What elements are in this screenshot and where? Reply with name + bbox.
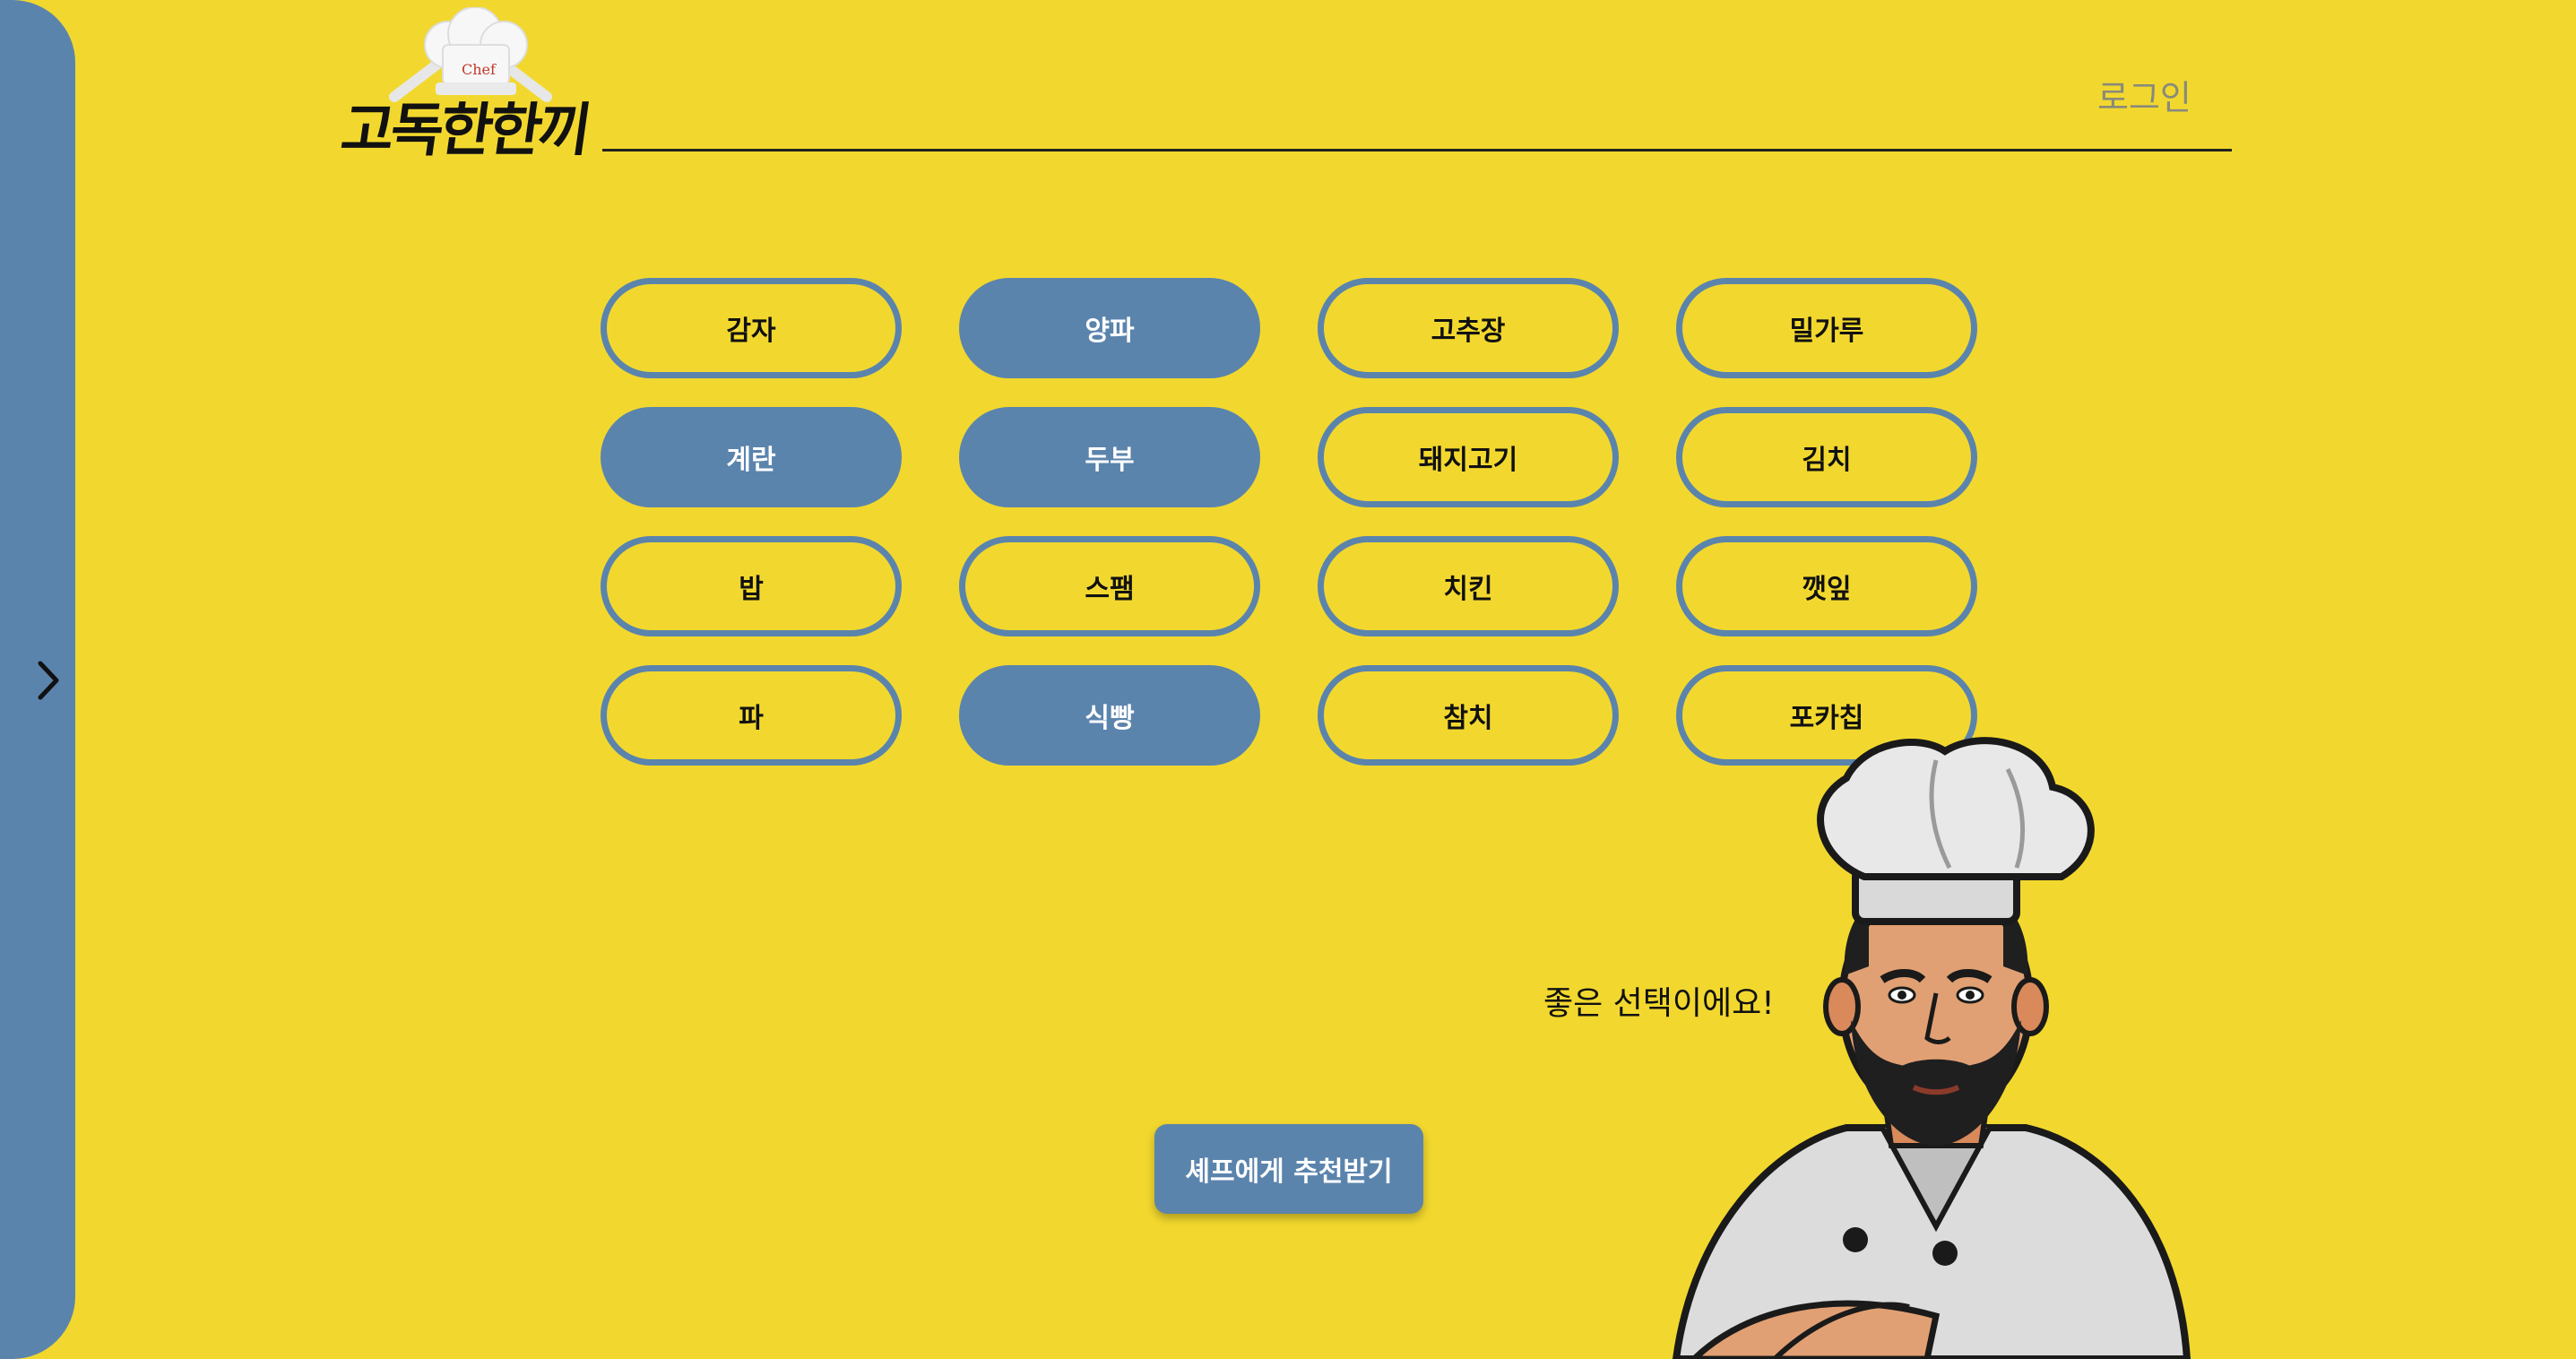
- ingredient-chip[interactable]: 식빵: [959, 665, 1260, 766]
- login-link[interactable]: 로그인: [2097, 70, 2191, 119]
- ingredient-chip[interactable]: 김치: [1676, 407, 1977, 507]
- ingredient-chip[interactable]: 밀가루: [1676, 278, 1977, 378]
- header-divider: [602, 149, 2232, 151]
- ingredient-chip[interactable]: 양파: [959, 278, 1260, 378]
- ingredient-chip[interactable]: 감자: [601, 278, 902, 378]
- ingredient-grid: 감자 양파 고추장 밀가루 계란 두부 돼지고기 김치 밥 스팸 치킨 깻잎 파 식빵 참치 포카칩: [601, 278, 1977, 766]
- side-panel-toggle[interactable]: [30, 657, 66, 704]
- ingredient-chip[interactable]: 계란: [601, 407, 902, 507]
- chef-hat-label: Chef: [462, 61, 496, 78]
- ingredient-chip[interactable]: 고추장: [1318, 278, 1619, 378]
- app-logo[interactable]: Chef 고독한한끼: [337, 7, 609, 164]
- ingredient-chip[interactable]: 돼지고기: [1318, 407, 1619, 507]
- ingredient-chip[interactable]: 두부: [959, 407, 1260, 507]
- chef-illustration: [1672, 737, 2191, 1359]
- ingredient-chip[interactable]: 스팸: [959, 536, 1260, 636]
- ingredient-chip[interactable]: 밥: [601, 536, 902, 636]
- ingredient-chip[interactable]: 깻잎: [1676, 536, 1977, 636]
- recommend-button[interactable]: 셰프에게 추천받기: [1154, 1124, 1423, 1214]
- ingredient-chip[interactable]: 치킨: [1318, 536, 1619, 636]
- ingredient-chip[interactable]: 파: [601, 665, 902, 766]
- logo-text: 고독한한끼: [336, 97, 592, 164]
- ingredient-chip[interactable]: 참치: [1318, 665, 1619, 766]
- chevron-right-icon: [38, 661, 59, 700]
- app-page: Chef 고독한한끼 로그인 감자 양파 고추장 밀가루계란 두부 돼지고기 김치밥 스팸 치킨…: [0, 0, 2576, 1359]
